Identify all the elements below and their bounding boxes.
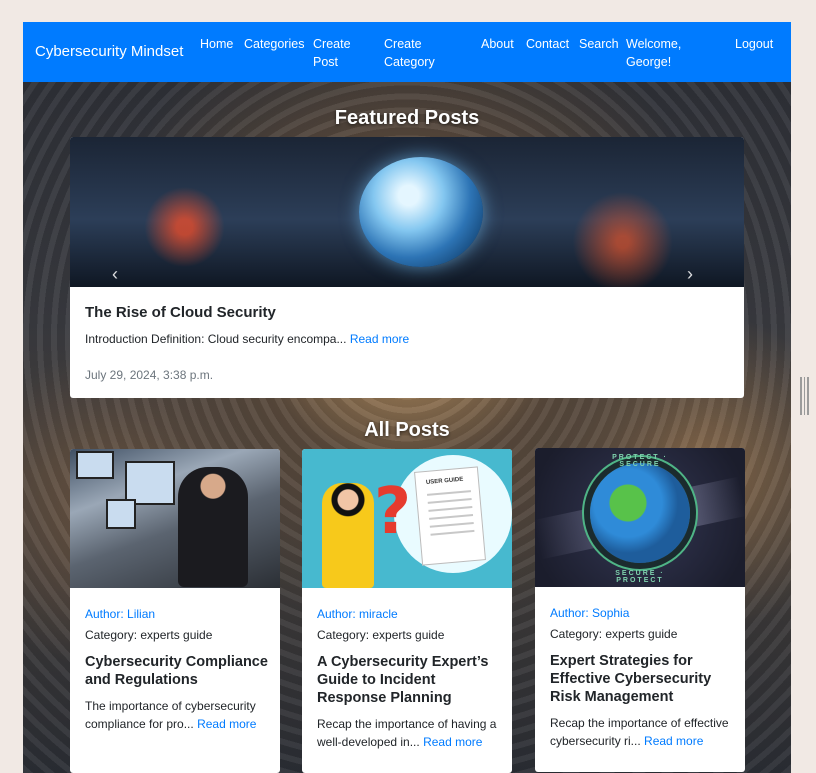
post-author-link[interactable]: Author: Lilian <box>85 607 155 621</box>
doc-line <box>430 529 475 536</box>
nav-welcome-user[interactable]: Welcome, George! <box>626 35 696 71</box>
monitor-illustration <box>76 451 114 479</box>
read-more-link[interactable]: Read more <box>197 717 256 731</box>
globe-illustration <box>359 157 483 267</box>
read-more-link[interactable]: Read more <box>423 735 482 749</box>
post-excerpt: Recap the importance of effective cybers… <box>550 714 735 750</box>
doc-line <box>428 506 473 512</box>
featured-post-title[interactable]: The Rise of Cloud Security <box>85 304 276 321</box>
navbar: Cybersecurity Mindset Home Categories Cr… <box>23 22 791 82</box>
globe-ring-text-top: PROTECT · SECURE <box>612 454 668 468</box>
person-illustration <box>178 467 248 587</box>
globe-illustration <box>590 463 690 563</box>
woman-illustration <box>322 483 374 588</box>
featured-post-excerpt: Introduction Definition: Cloud security … <box>85 332 409 346</box>
post-author-link[interactable]: Author: miracle <box>317 607 398 621</box>
featured-post-image: ‹ › <box>70 137 744 287</box>
featured-post-card[interactable]: ‹ › The Rise of Cloud Security Introduct… <box>70 137 744 398</box>
featured-read-more-link[interactable]: Read more <box>350 332 409 346</box>
featured-post-excerpt-text: Introduction Definition: Cloud security … <box>85 332 347 346</box>
featured-posts-heading: Featured Posts <box>334 107 480 129</box>
nav-create-post[interactable]: Create Post <box>313 35 363 71</box>
post-excerpt: The importance of cybersecurity complian… <box>85 697 270 733</box>
post-image-office <box>70 449 280 588</box>
nav-search[interactable]: Search <box>579 35 619 53</box>
post-category: Category: experts guide <box>85 628 213 642</box>
post-category: Category: experts guide <box>317 628 445 642</box>
read-more-link[interactable]: Read more <box>644 734 703 748</box>
post-card[interactable]: USER GUIDE ? Author: miracle Category: e… <box>302 449 512 773</box>
post-author-link[interactable]: Author: Sophia <box>550 606 629 620</box>
post-category: Category: experts guide <box>550 627 678 641</box>
doc-line <box>426 490 471 496</box>
brand-link[interactable]: Cybersecurity Mindset <box>35 43 183 60</box>
nav-create-category[interactable]: Create Category <box>384 35 454 71</box>
chevron-right-icon[interactable]: › <box>687 265 693 283</box>
post-card[interactable]: Author: Lilian Category: experts guide C… <box>70 449 280 773</box>
document-illustration: USER GUIDE <box>414 466 486 566</box>
featured-post-date: July 29, 2024, 3:38 p.m. <box>85 368 214 382</box>
scrollbar-handle[interactable] <box>800 377 809 415</box>
post-card[interactable]: PROTECT · SECURE SECURE · PROTECT Author… <box>535 448 745 772</box>
doc-line <box>429 513 474 520</box>
user-guide-label: USER GUIDE <box>425 476 464 486</box>
globe-ring-text-bottom: SECURE · PROTECT <box>615 570 665 584</box>
doc-line <box>427 498 472 504</box>
post-excerpt: Recap the importance of having a well-de… <box>317 715 502 751</box>
question-mark-icon: ? <box>374 475 412 549</box>
post-image-user-guide: USER GUIDE ? <box>302 449 512 588</box>
page-background: Cybersecurity Mindset Home Categories Cr… <box>23 22 791 773</box>
nav-about[interactable]: About <box>481 35 514 53</box>
nav-contact[interactable]: Contact <box>526 35 569 53</box>
all-posts-heading: All Posts <box>364 419 450 441</box>
nav-categories[interactable]: Categories <box>244 35 304 53</box>
doc-line <box>429 521 474 528</box>
post-image-globe: PROTECT · SECURE SECURE · PROTECT <box>535 448 745 587</box>
post-title[interactable]: Expert Strategies for Effective Cybersec… <box>550 652 735 706</box>
monitor-illustration <box>106 499 136 529</box>
nav-home[interactable]: Home <box>200 35 233 53</box>
post-title[interactable]: A Cybersecurity Expert’s Guide to Incide… <box>317 653 502 707</box>
nav-logout[interactable]: Logout <box>735 35 773 53</box>
chevron-left-icon[interactable]: ‹ <box>112 265 118 283</box>
post-title[interactable]: Cybersecurity Compliance and Regulations <box>85 653 270 689</box>
